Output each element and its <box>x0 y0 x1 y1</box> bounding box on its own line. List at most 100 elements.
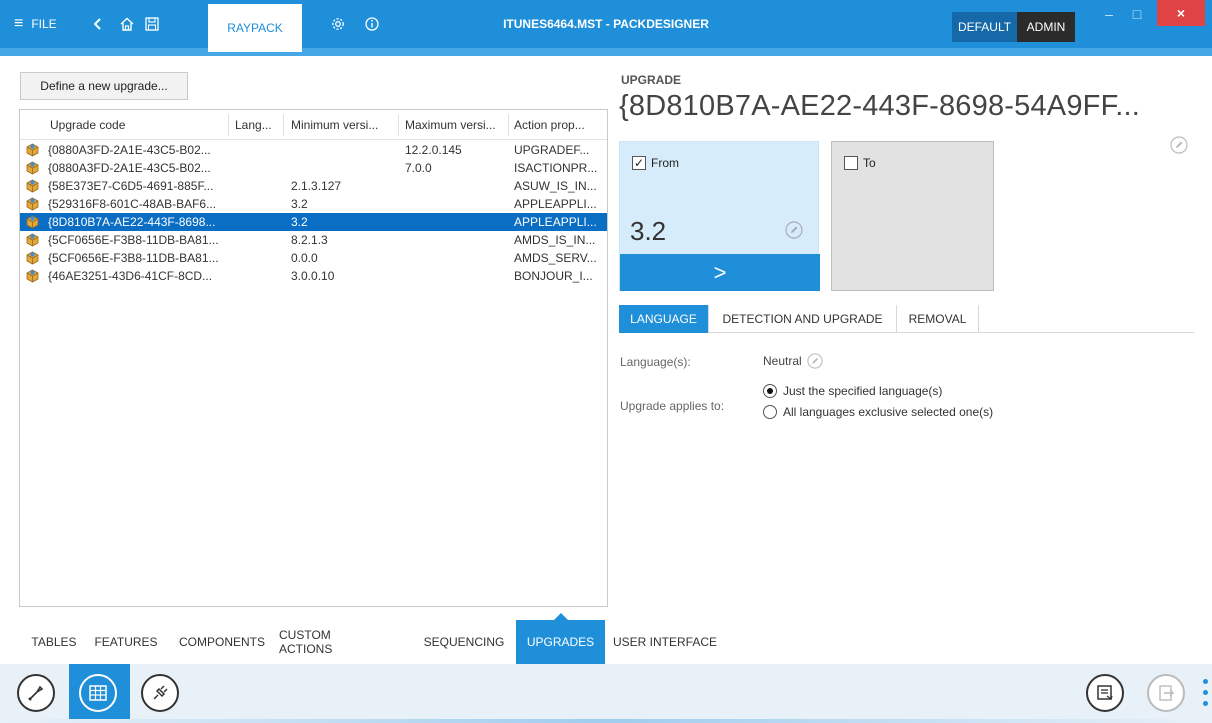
radio-just-specified[interactable]: Just the specified language(s) <box>763 384 942 398</box>
tab-removal[interactable]: REMOVAL <box>897 305 979 333</box>
edit-from-version-icon[interactable] <box>785 221 803 242</box>
table-row[interactable]: {58E373E7-C6D5-4691-885F... 2.1.3.127 ASUW… <box>20 177 607 195</box>
cell-maximum-version <box>405 249 505 267</box>
column-separator[interactable] <box>228 114 229 136</box>
column-separator[interactable] <box>508 114 509 136</box>
radio-unselected-icon <box>763 405 777 419</box>
tab-language[interactable]: LANGUAGE <box>619 305 709 333</box>
from-version-value: 3.2 <box>630 216 667 246</box>
grid-icon <box>79 674 117 712</box>
applies-to-label: Upgrade applies to: <box>620 399 725 413</box>
file-menu[interactable]: ≡ FILE <box>14 0 57 48</box>
tab-components[interactable]: COMPONENTS <box>167 620 277 664</box>
gear-icon[interactable] <box>330 0 346 48</box>
column-language[interactable]: Lang... <box>235 110 285 140</box>
languages-label: Language(s): <box>620 355 691 369</box>
grid-view-button[interactable] <box>69 664 130 723</box>
wrench-icon[interactable] <box>17 674 55 712</box>
languages-value-field[interactable]: Neutral <box>763 353 823 369</box>
table-row[interactable]: {5CF0656E-F3B8-11DB-BA81... 8.2.1.3 AMDS_I… <box>20 231 607 249</box>
cell-language <box>235 159 281 177</box>
info-icon[interactable] <box>364 0 380 48</box>
tab-user-interface[interactable]: USER INTERFACE <box>607 620 723 664</box>
define-new-upgrade-button[interactable]: Define a new upgrade... <box>20 72 188 100</box>
column-action-property[interactable]: Action prop... <box>514 110 604 140</box>
report-icon[interactable] <box>1086 674 1124 712</box>
cell-action-property: APPLEAPPLI... <box>514 215 597 229</box>
upgrade-list[interactable]: Upgrade code Lang... Minimum versi... Ma… <box>19 109 608 607</box>
tab-raypack[interactable]: RAYPACK <box>208 4 302 52</box>
cell-action-property: APPLEAPPLI... <box>514 197 597 211</box>
table-row[interactable]: {46AE3251-43D6-41CF-8CD... 3.0.0.10 BONJOU… <box>20 267 607 285</box>
close-icon[interactable]: × <box>1157 0 1205 26</box>
table-row[interactable]: {529316F8-601C-48AB-BAF6... 3.2 APPLEAPPLI… <box>20 195 607 213</box>
exit-icon[interactable] <box>1147 674 1185 712</box>
radio-just-specified-label: Just the specified language(s) <box>783 384 943 398</box>
maximize-icon[interactable]: □ <box>1124 0 1150 28</box>
cell-upgrade-code: {0880A3FD-2A1E-43C5-B02... <box>48 143 211 157</box>
plug-icon[interactable] <box>141 674 179 712</box>
table-row[interactable]: {8D810B7A-AE22-443F-8698... 3.2 APPLEAPPLI… <box>20 213 607 231</box>
column-maximum-version[interactable]: Maximum versi... <box>405 110 509 140</box>
mode-admin-button[interactable]: ADMIN <box>1017 12 1075 42</box>
cell-language <box>235 141 281 159</box>
cell-action-property: BONJOUR_I... <box>514 269 593 283</box>
package-icon <box>25 232 40 247</box>
cell-language <box>235 231 281 249</box>
to-checkbox[interactable]: To <box>844 156 876 170</box>
package-icon <box>25 142 40 157</box>
column-minimum-version[interactable]: Minimum versi... <box>291 110 399 140</box>
cell-maximum-version <box>405 231 505 249</box>
to-version-box[interactable]: To <box>831 141 994 291</box>
back-icon[interactable] <box>92 0 104 48</box>
cell-minimum-version <box>291 159 395 177</box>
edit-languages-icon[interactable] <box>807 353 823 369</box>
minimize-icon[interactable]: – <box>1096 0 1122 28</box>
cell-maximum-version <box>405 177 505 195</box>
column-upgrade-code[interactable]: Upgrade code <box>50 110 230 140</box>
file-label: FILE <box>31 17 57 31</box>
cell-upgrade-code: {5CF0656E-F3B8-11DB-BA81... <box>48 251 219 265</box>
cell-language <box>235 195 281 213</box>
from-version-box[interactable]: ✓ From 3.2 > <box>619 141 820 291</box>
table-row[interactable]: {0880A3FD-2A1E-43C5-B02... 7.0.0 ISACTIONP… <box>20 159 607 177</box>
tab-custom-actions[interactable]: CUSTOM ACTIONS <box>279 620 385 664</box>
package-icon <box>25 214 40 229</box>
radio-all-languages-label: All languages exclusive selected one(s) <box>783 405 994 419</box>
column-separator[interactable] <box>398 114 399 136</box>
footer-glow <box>0 719 1212 723</box>
edit-code-icon[interactable] <box>1170 136 1188 157</box>
more-icon[interactable] <box>1203 679 1209 709</box>
next-arrow-button[interactable]: > <box>620 254 820 291</box>
cell-maximum-version <box>405 195 505 213</box>
tab-detection-and-upgrade[interactable]: DETECTION AND UPGRADE <box>709 305 897 333</box>
footer-toolbar <box>0 664 1212 723</box>
title-bar: ≡ FILE RAYPACK ITUNES6464.MST - PACKDESI… <box>0 0 1212 56</box>
cell-upgrade-code: {5CF0656E-F3B8-11DB-BA81... <box>48 233 219 247</box>
tab-features[interactable]: FEATURES <box>87 620 165 664</box>
languages-value: Neutral <box>763 354 802 368</box>
cell-minimum-version <box>291 141 395 159</box>
to-label: To <box>863 156 876 170</box>
save-icon[interactable] <box>144 0 160 48</box>
tab-upgrades[interactable]: UPGRADES <box>516 613 605 664</box>
checkbox-checked-icon: ✓ <box>632 156 646 170</box>
bottom-navigation: TABLES FEATURES COMPONENTS CUSTOM ACTION… <box>0 613 1212 664</box>
from-label: From <box>651 156 679 170</box>
tab-sequencing[interactable]: SEQUENCING <box>415 620 513 664</box>
cell-minimum-version: 3.0.0.10 <box>291 269 335 283</box>
table-row[interactable]: {0880A3FD-2A1E-43C5-B02... 12.2.0.145 UPGR… <box>20 141 607 159</box>
tab-tables[interactable]: TABLES <box>23 620 85 664</box>
mode-default-button[interactable]: DEFAULT <box>952 12 1017 42</box>
radio-all-languages[interactable]: All languages exclusive selected one(s) <box>763 405 993 419</box>
cell-upgrade-code: {46AE3251-43D6-41CF-8CD... <box>48 269 213 283</box>
from-checkbox[interactable]: ✓ From <box>632 156 679 170</box>
upgrade-code-title: {8D810B7A-AE22-443F-8698-54A9FF... <box>619 90 1141 122</box>
cell-minimum-version: 2.1.3.127 <box>291 179 342 193</box>
cell-action-property: AMDS_SERV... <box>514 251 597 265</box>
cell-action-property: ASUW_IS_IN... <box>514 179 597 193</box>
radio-selected-icon <box>763 384 777 398</box>
column-separator[interactable] <box>283 114 284 136</box>
table-row[interactable]: {5CF0656E-F3B8-11DB-BA81... 0.0.0 AMDS_SER… <box>20 249 607 267</box>
home-icon[interactable] <box>119 0 135 48</box>
